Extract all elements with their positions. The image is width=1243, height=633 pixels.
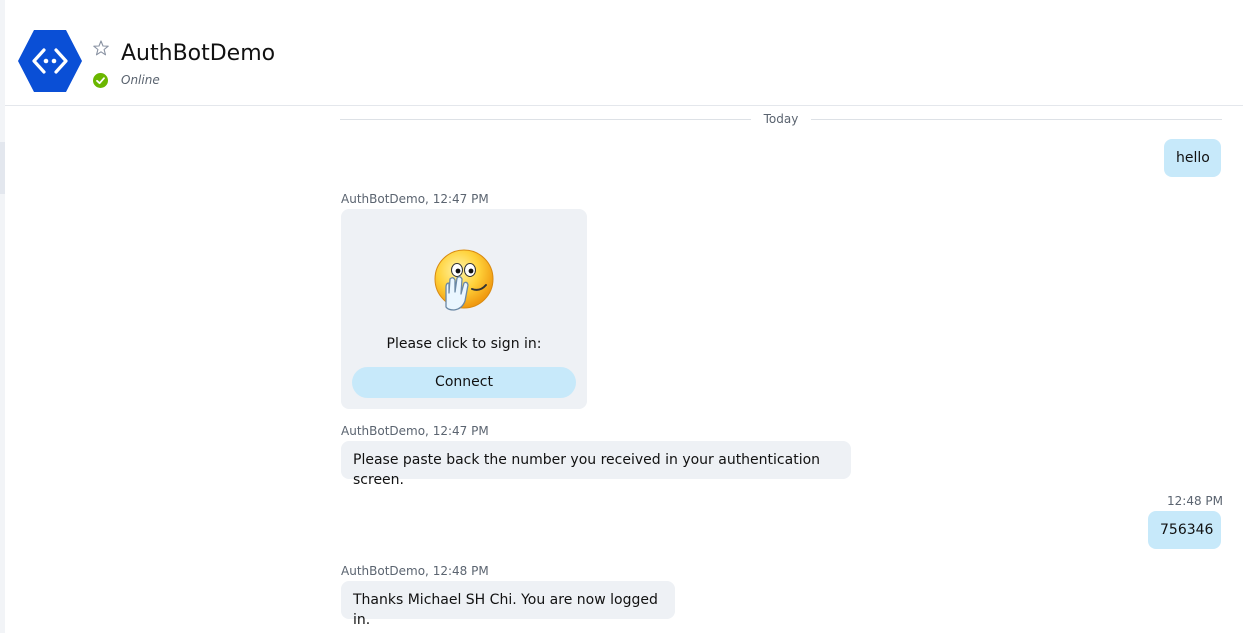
message-text: hello <box>1176 150 1210 166</box>
conversation-title[interactable]: AuthBotDemo <box>121 40 275 68</box>
left-rail-selection <box>0 142 5 194</box>
bot-avatar-icon[interactable] <box>17 28 83 94</box>
message-meta: 12:48 PM <box>1167 494 1223 508</box>
incoming-message-bubble[interactable]: Thanks Michael SH Chi. You are now logge… <box>341 581 675 628</box>
incoming-message-bubble[interactable]: Please paste back the number you receive… <box>341 441 851 488</box>
message-meta: AuthBotDemo, 12:47 PM <box>341 192 489 206</box>
signin-prompt: Please click to sign in: <box>386 336 542 352</box>
covering-mouth-emoji-icon <box>432 249 496 313</box>
outgoing-message-bubble[interactable]: hello <box>1164 139 1221 177</box>
divider-line-right <box>811 119 1222 120</box>
star-outline-icon[interactable] <box>93 40 109 56</box>
presence-status: Online <box>121 73 160 87</box>
message-meta: AuthBotDemo, 12:48 PM <box>341 564 489 578</box>
conversation-header: AuthBotDemo Online <box>5 0 1243 106</box>
day-divider: Today <box>340 111 1222 127</box>
connect-button[interactable]: Connect <box>352 367 576 398</box>
message-meta: AuthBotDemo, 12:47 PM <box>341 424 489 438</box>
signin-card: Please click to sign in: Connect <box>341 209 587 409</box>
divider-line-left <box>340 119 751 120</box>
online-check-icon <box>93 73 108 88</box>
message-text: Please paste back the number you receive… <box>353 452 821 488</box>
message-text: 756346 <box>1160 522 1214 538</box>
outgoing-message-bubble[interactable]: 756346 <box>1148 511 1221 549</box>
message-text: Thanks Michael SH Chi. You are now logge… <box>353 592 658 628</box>
day-divider-label: Today <box>763 112 799 126</box>
